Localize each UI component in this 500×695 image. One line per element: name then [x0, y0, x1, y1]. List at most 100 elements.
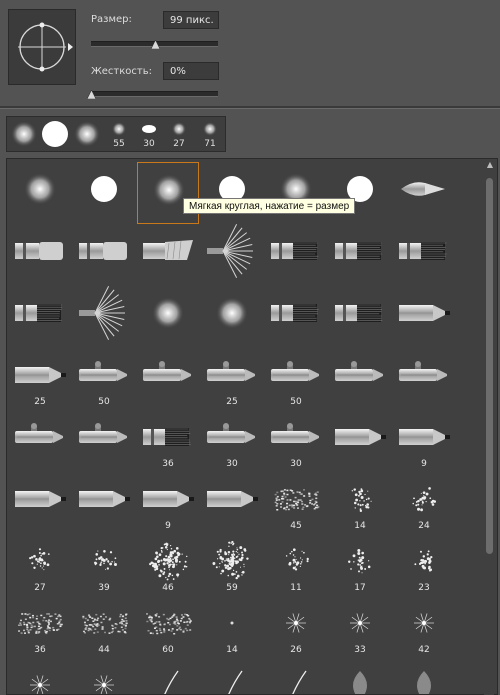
recent-brush[interactable] [39, 118, 71, 151]
size-slider-thumb[interactable] [151, 40, 160, 49]
brush-preset-cell[interactable] [201, 286, 263, 348]
brush-preset-cell[interactable]: 45 [265, 472, 327, 534]
brush-preset-cell[interactable]: 9 [393, 410, 455, 472]
recent-brush[interactable]: 30 [134, 118, 164, 151]
recent-brush[interactable] [9, 118, 39, 151]
brush-size-label: 11 [265, 583, 327, 593]
brush-preset-cell[interactable]: 17 [329, 534, 391, 596]
grid-scrollbar-thumb[interactable] [486, 178, 493, 554]
brush-preset-cell[interactable]: 46 [137, 534, 199, 596]
recent-brush-size: 71 [195, 139, 225, 149]
brush-preset-grid: 25 50 25 50 36 30 30 9 9 45 14 24 27 39 … [6, 158, 498, 695]
brush-preset-cell[interactable] [393, 348, 455, 410]
brush-preset-cell[interactable] [201, 224, 263, 286]
brush-preset-cell[interactable] [393, 286, 455, 348]
brush-preset-cell[interactable]: 30 [265, 410, 327, 472]
scroll-up-icon[interactable]: ▲ [485, 160, 495, 170]
brush-preset-cell[interactable] [265, 286, 327, 348]
brush-preset-cell[interactable] [73, 224, 135, 286]
brush-preset-cell[interactable]: 24 [393, 472, 455, 534]
brush-preset-cell[interactable]: 23 [393, 534, 455, 596]
brush-preset-cell[interactable] [329, 286, 391, 348]
brush-preset-cell[interactable]: 33 [329, 596, 391, 658]
brush-preset-cell[interactable] [137, 162, 199, 224]
brush-size-label: 50 [73, 397, 135, 407]
brush-preset-cell[interactable] [9, 224, 71, 286]
brush-size-label: 25 [9, 397, 71, 407]
brush-preset-cell[interactable]: 36 [137, 410, 199, 472]
brush-size-label: 27 [9, 583, 71, 593]
soft-round-icon [138, 163, 200, 225]
brush-preset-cell[interactable] [393, 658, 455, 695]
hard-round-icon [329, 162, 391, 224]
recent-brush[interactable]: 55 [104, 118, 134, 151]
brush-preset-cell[interactable]: 60 [137, 596, 199, 658]
brush-preset-cell[interactable] [73, 286, 135, 348]
recent-brush[interactable]: 27 [164, 118, 194, 151]
brush-preset-cell[interactable] [73, 658, 135, 695]
brush-preset-cell[interactable] [73, 162, 135, 224]
brush-tip-icon [71, 118, 103, 151]
brush-preset-cell[interactable]: 42 [393, 596, 455, 658]
recent-brush-size: 27 [164, 139, 194, 149]
brush-preset-cell[interactable] [201, 658, 263, 695]
brush-preset-cell[interactable] [329, 410, 391, 472]
bristle-brush-icon [393, 224, 455, 286]
brush-preset-cell[interactable] [9, 658, 71, 695]
brush-angle-roundness-widget[interactable] [8, 9, 76, 85]
hardness-input[interactable]: 0% [163, 62, 219, 80]
brush-preset-cell[interactable]: 59 [201, 534, 263, 596]
brush-size-label: 39 [73, 583, 135, 593]
brush-preset-cell[interactable] [393, 224, 455, 286]
brush-preset-cell[interactable]: 14 [201, 596, 263, 658]
hard-round-icon [73, 162, 135, 224]
size-input[interactable]: 99 пикс. [163, 11, 219, 29]
brush-preset-cell[interactable] [73, 410, 135, 472]
brush-preset-cell[interactable] [9, 162, 71, 224]
brush-preset-cell[interactable]: 25 [9, 348, 71, 410]
brush-preset-cell[interactable]: 50 [73, 348, 135, 410]
brush-preset-cell[interactable] [137, 348, 199, 410]
round-point-brush-icon [393, 162, 455, 224]
hardness-slider-thumb[interactable] [87, 90, 96, 99]
brush-preset-cell[interactable]: 11 [265, 534, 327, 596]
brush-preset-cell[interactable] [265, 658, 327, 695]
brush-preset-cell[interactable] [329, 348, 391, 410]
brush-preset-cell[interactable] [201, 162, 263, 224]
brush-preset-cell[interactable]: 26 [265, 596, 327, 658]
brush-preset-cell[interactable] [137, 224, 199, 286]
brush-preset-cell[interactable]: 39 [73, 534, 135, 596]
brush-preset-cell[interactable] [329, 658, 391, 695]
grass-icon [265, 658, 327, 695]
brush-preset-cell[interactable] [265, 224, 327, 286]
recent-brush-size: 55 [104, 139, 134, 149]
recent-brush[interactable] [71, 118, 103, 151]
pencil-tip-icon [73, 472, 135, 534]
brush-preset-cell[interactable] [201, 472, 263, 534]
brush-size-label: 42 [393, 645, 455, 655]
brush-preset-cell[interactable] [137, 658, 199, 695]
brush-preset-cell[interactable]: 44 [73, 596, 135, 658]
hardness-slider-track[interactable] [91, 91, 218, 97]
brush-preset-cell[interactable]: 30 [201, 410, 263, 472]
airbrush-icon [137, 348, 199, 410]
brush-preset-cell[interactable] [9, 472, 71, 534]
brush-preset-cell[interactable]: 36 [9, 596, 71, 658]
brush-preset-cell[interactable] [329, 224, 391, 286]
recent-brush[interactable]: 71 [195, 118, 225, 151]
brush-size-label: 60 [137, 645, 199, 655]
brush-preset-cell[interactable] [329, 162, 391, 224]
brush-preset-cell[interactable] [265, 162, 327, 224]
brush-preset-cell[interactable] [9, 410, 71, 472]
brush-preset-cell[interactable] [137, 286, 199, 348]
brush-preset-cell[interactable]: 9 [137, 472, 199, 534]
brush-preset-cell[interactable]: 50 [265, 348, 327, 410]
brush-preset-cell[interactable] [9, 286, 71, 348]
brush-preset-cell[interactable] [73, 472, 135, 534]
brush-preset-cell[interactable]: 27 [9, 534, 71, 596]
brush-preset-cell[interactable] [393, 162, 455, 224]
grass-icon [137, 658, 199, 695]
brush-preset-cell[interactable]: 25 [201, 348, 263, 410]
brush-preset-cell[interactable]: 14 [329, 472, 391, 534]
soft-round-icon [265, 162, 327, 224]
